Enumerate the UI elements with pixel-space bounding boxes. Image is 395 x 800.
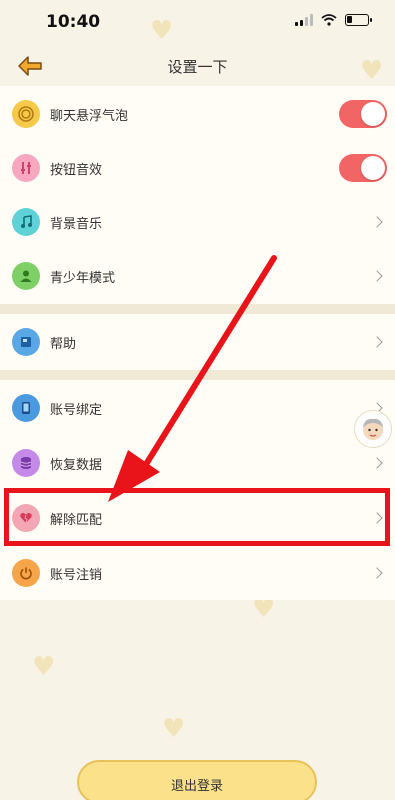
annotation-arrow	[108, 255, 277, 502]
annotation-highlight-box	[4, 488, 390, 546]
logout-label: 退出登录	[170, 779, 223, 794]
logout-button[interactable]: 退出登录	[77, 760, 317, 800]
